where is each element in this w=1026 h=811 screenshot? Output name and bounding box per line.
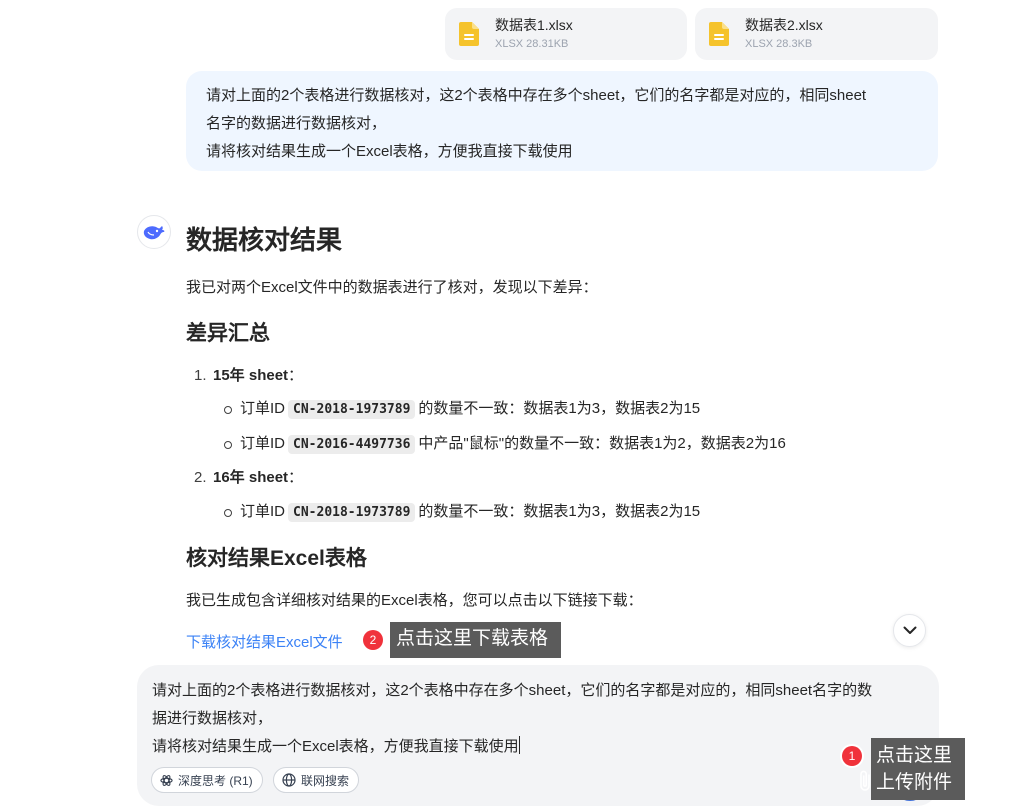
bullet-text: 的数量不一致：数据表1为3，数据表2为15 [418, 400, 701, 417]
difference-list: 1. 15年 sheet： 订单ID CN-2018-1973789 的数量不一致：… [186, 364, 946, 525]
step-badge: 1 [842, 746, 862, 766]
section-title: 差异汇总 [186, 322, 270, 345]
message-input[interactable]: 请对上面的2个表格进行数据核对，这2个表格中存在多个sheet，它们的名字都是对… [152, 677, 932, 761]
bullet-text: 中产品"鼠标"的数量不一致：数据表1为2，数据表2为16 [418, 435, 786, 452]
web-search-toggle[interactable]: 联网搜索 [273, 767, 360, 793]
bullet-prefix: 订单ID [240, 400, 286, 417]
sheet-name: 16年 sheet [213, 469, 289, 486]
user-message-line: 名字的数据进行数据核对， [206, 115, 387, 132]
user-message-line: 请对上面的2个表格进行数据核对，这2个表格中存在多个sheet，它们的名字都是对… [206, 87, 867, 104]
user-message-line: 请将核对结果生成一个Excel表格，方便我直接下载使用 [206, 143, 573, 160]
sheet-name: 15年 sheet [213, 367, 289, 384]
attachment-meta: XLSX 28.3KB [745, 38, 813, 50]
tooltip-line: 上传附件 [876, 772, 953, 793]
list-item: 1. 15年 sheet： [186, 364, 946, 388]
deep-think-label: 深度思考 (R1) [178, 773, 253, 788]
download-link[interactable]: 下载核对结果Excel文件 [186, 631, 946, 655]
list-number: 2. [194, 469, 207, 486]
input-line: 请对上面的2个表格进行数据核对，这2个表格中存在多个sheet，它们的名字都是对… [152, 682, 873, 699]
order-id-code: CN-2018-1973789 [288, 503, 416, 522]
excel-file-icon [459, 22, 479, 46]
list-item: 2. 16年 sheet： [186, 466, 946, 490]
attachment-card[interactable]: 数据表1.xlsx XLSX 28.31KB [445, 8, 687, 60]
globe-icon [282, 773, 296, 787]
order-id-code: CN-2016-4497736 [288, 435, 416, 454]
text-caret [518, 736, 520, 754]
order-id-code: CN-2018-1973789 [288, 400, 416, 419]
excel-file-icon [709, 22, 729, 46]
whale-logo-icon [137, 215, 171, 249]
input-line: 据进行数据核对， [152, 710, 273, 727]
section-title: 核对结果Excel表格 [186, 547, 367, 570]
result-title: 数据核对结果 [186, 225, 343, 255]
deep-think-icon [160, 774, 173, 787]
difference-item: 订单ID CN-2018-1973789 的数量不一致：数据表1为3，数据表2为15 [186, 500, 946, 525]
deep-think-toggle[interactable]: 深度思考 (R1) [151, 767, 263, 793]
paperclip-icon[interactable] [858, 769, 872, 798]
download-intro: 我已生成包含详细核对结果的Excel表格，您可以点击以下链接下载： [186, 592, 643, 609]
input-line: 请将核对结果生成一个Excel表格，方便我直接下载使用 [152, 738, 519, 755]
scroll-down-button[interactable] [893, 614, 926, 647]
bullet-prefix: 订单ID [240, 435, 286, 452]
intro-text: 我已对两个Excel文件中的数据表进行了核对，发现以下差异： [186, 279, 598, 296]
step-badge: 2 [363, 630, 383, 650]
assistant-message: 数据核对结果 我已对两个Excel文件中的数据表进行了核对，发现以下差异： 差异… [186, 220, 946, 655]
difference-item: 订单ID CN-2016-4497736 中产品"鼠标"的数量不一致：数据表1为2，… [186, 432, 946, 457]
bullet-text: 的数量不一致：数据表1为3，数据表2为15 [418, 503, 701, 520]
attachment-card[interactable]: 数据表2.xlsx XLSX 28.3KB [695, 8, 938, 60]
user-message-bubble: 请对上面的2个表格进行数据核对，这2个表格中存在多个sheet，它们的名字都是对… [186, 71, 938, 171]
upload-tooltip: 点击这里 上传附件 [871, 738, 965, 800]
attachment-name: 数据表2.xlsx [745, 17, 823, 33]
download-tooltip: 点击这里下载表格 [390, 622, 561, 658]
web-search-label: 联网搜索 [301, 773, 350, 788]
difference-item: 订单ID CN-2018-1973789 的数量不一致：数据表1为3，数据表2为15 [186, 397, 946, 422]
list-number: 1. [194, 367, 207, 384]
chevron-down-icon [903, 626, 917, 635]
tooltip-line: 点击这里 [876, 745, 953, 766]
bullet-prefix: 订单ID [240, 503, 286, 520]
attachment-name: 数据表1.xlsx [495, 17, 573, 33]
list-colon: ： [288, 469, 304, 486]
list-colon: ： [288, 367, 304, 384]
attachment-meta: XLSX 28.31KB [495, 38, 569, 50]
